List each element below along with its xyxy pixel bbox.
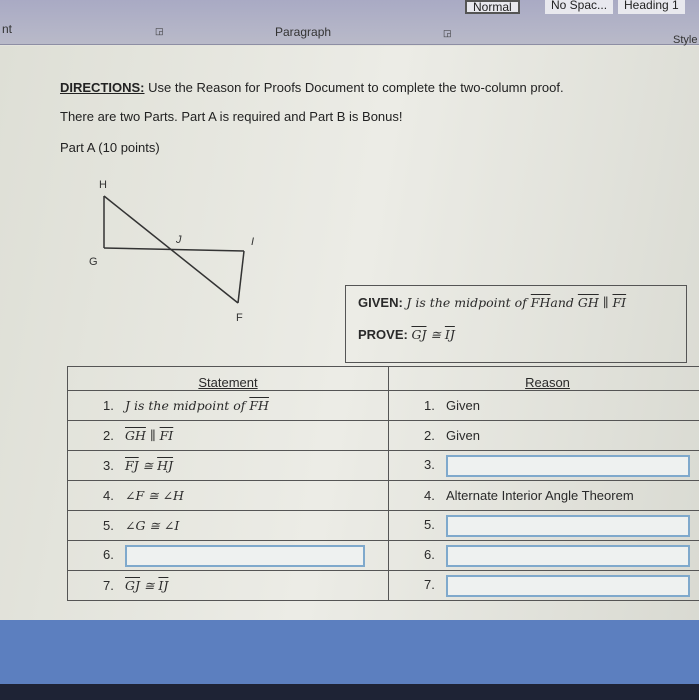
table-row: 3. FJ ≅ HJ 3. (67, 450, 699, 481)
statement-number: 6. (103, 546, 114, 562)
segment-gi (103, 247, 245, 252)
reason-number: 1. (424, 398, 435, 413)
statement-text: FJ ≅ HJ (125, 458, 173, 473)
math-segment: ≅ (426, 327, 445, 342)
label-j: J (175, 234, 182, 246)
reason-number: 3. (424, 456, 435, 472)
given-prove-box: GIVEN: J is the midpoint of FHand GH ∥ F… (345, 285, 687, 363)
reason-number: 4. (424, 488, 435, 503)
reason-cell: 2. Given (388, 420, 699, 451)
table-row: 4. ∠F ≅ ∠H 4. Alternate Interior Angle Theo… (67, 480, 699, 511)
statement-text: GH ∥ FI (125, 428, 173, 443)
table-row: 5. ∠G ≅ ∠I 5. (67, 510, 699, 541)
math-segment: IJ (158, 578, 169, 593)
math-segment: HJ (157, 458, 174, 473)
reason-number: 2. (424, 428, 435, 443)
math-segment: ≅ (138, 458, 158, 473)
label-f: F (236, 312, 243, 324)
math-segment: ≅ (140, 578, 159, 593)
math-segment: ∠F ≅ ∠H (125, 488, 184, 503)
reason-input[interactable] (446, 514, 690, 537)
given-label: GIVEN: (358, 295, 403, 310)
statement-cell: 6. (67, 540, 389, 571)
table-row: 6. 6. (67, 540, 699, 571)
reason-input[interactable] (446, 544, 690, 567)
statement-input[interactable] (125, 544, 365, 567)
math-segment: FI (159, 428, 174, 443)
segment-hf (103, 195, 239, 304)
reason-number: 7. (424, 576, 435, 592)
statement-cell: 2. GH ∥ FI (67, 420, 389, 451)
statement-text: GJ ≅ IJ (125, 578, 168, 593)
statement-number: 4. (103, 488, 114, 503)
table-row: 1. J is the midpoint of FH 1. Given (67, 390, 699, 421)
label-g: G (89, 256, 98, 268)
math-segment: FH (530, 295, 551, 310)
statement-cell: 5. ∠G ≅ ∠I (67, 510, 389, 541)
reason-text: Alternate Interior Angle Theorem (446, 488, 634, 503)
reason-cell: 1. Given (388, 390, 699, 421)
table-row: 7. GJ ≅ IJ 7. (67, 570, 699, 601)
reason-cell: 4. Alternate Interior Angle Theorem (388, 480, 699, 511)
math-segment: ∥ (145, 428, 160, 443)
segment-if (237, 250, 245, 304)
given-statement: J is the midpoint of FHand GH ∥ FI (406, 295, 626, 310)
math-segment: J is the midpoint of (406, 295, 531, 310)
reason-header: Reason (388, 366, 699, 391)
prove-label: PROVE: (358, 327, 408, 342)
proof-table: Statement Reason 1. J is the midpoint of … (67, 366, 699, 601)
given-line: GIVEN: J is the midpoint of FHand GH ∥ F… (358, 295, 626, 310)
math-segment: ∥ (598, 295, 613, 310)
label-h: H (99, 179, 107, 191)
statement-number: 5. (103, 518, 114, 533)
reason-cell: 6. (388, 540, 699, 571)
statement-text: ∠G ≅ ∠I (125, 518, 179, 533)
math-segment: and (550, 295, 578, 310)
statement-text: J is the midpoint of FH (125, 398, 269, 413)
reason-text: Given (446, 398, 480, 413)
statement-number: 1. (103, 398, 114, 413)
statement-number: 3. (103, 458, 114, 473)
prove-line: PROVE: GJ ≅ IJ (358, 327, 455, 342)
statement-cell: 1. J is the midpoint of FH (67, 390, 389, 421)
math-segment: FJ (125, 458, 139, 473)
label-i: I (251, 236, 254, 248)
statement-header: Statement (67, 366, 389, 391)
reason-input[interactable] (446, 454, 690, 477)
statement-number: 7. (103, 578, 114, 593)
statement-text: ∠F ≅ ∠H (125, 488, 184, 503)
math-segment: FI (612, 295, 627, 310)
math-segment: GH (125, 428, 146, 443)
prove-statement: GJ ≅ IJ (411, 327, 454, 342)
reason-number: 6. (424, 546, 435, 562)
statement-cell: 3. FJ ≅ HJ (67, 450, 389, 481)
math-segment: GJ (411, 327, 427, 342)
math-segment: J is the midpoint of (125, 398, 250, 413)
reason-cell: 7. (388, 570, 699, 601)
math-segment: GJ (125, 578, 140, 593)
reason-input[interactable] (446, 574, 690, 597)
statement-cell: 7. GJ ≅ IJ (67, 570, 389, 601)
statement-number: 2. (103, 428, 114, 443)
reason-text: Given (446, 428, 480, 443)
taskbar (0, 684, 699, 700)
reason-number: 5. (424, 516, 435, 532)
table-header: Statement Reason (67, 366, 699, 391)
math-segment: FH (249, 398, 269, 413)
math-segment: IJ (444, 327, 455, 342)
math-segment: ∠G ≅ ∠I (125, 518, 180, 533)
reason-cell: 5. (388, 510, 699, 541)
math-segment: GH (577, 295, 599, 310)
statement-cell: 4. ∠F ≅ ∠H (67, 480, 389, 511)
table-row: 2. GH ∥ FI 2. Given (67, 420, 699, 451)
reason-cell: 3. (388, 450, 699, 481)
